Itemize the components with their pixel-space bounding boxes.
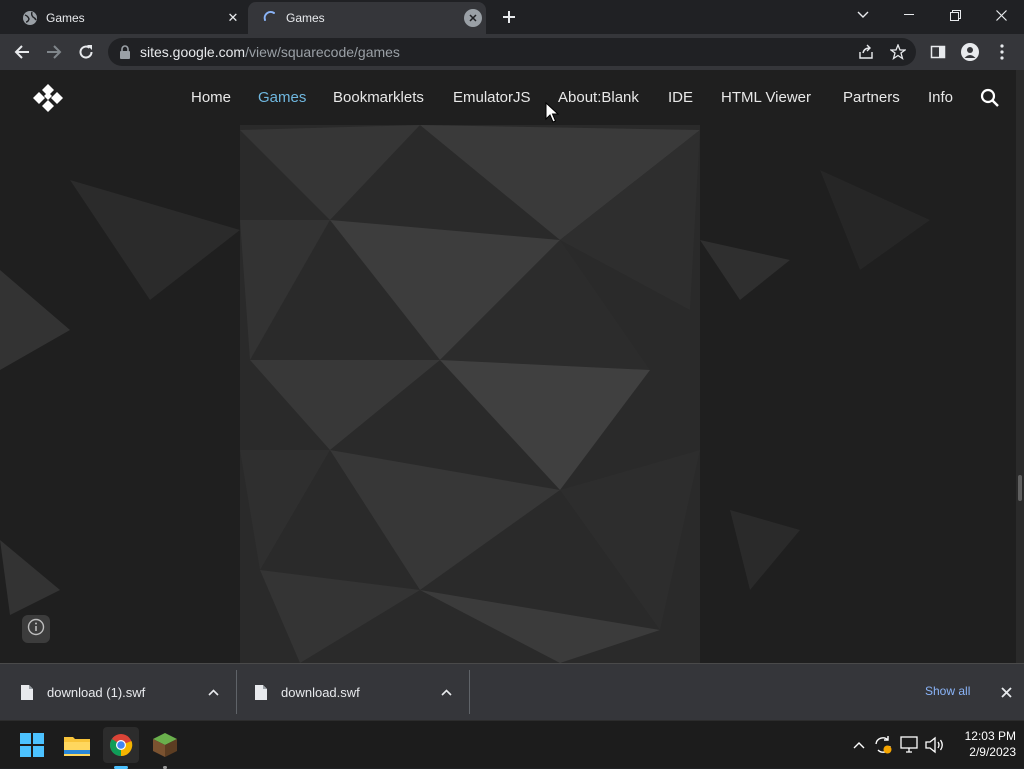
minecraft-icon[interactable]: [147, 727, 183, 769]
nav-html-viewer[interactable]: HTML Viewer: [721, 89, 811, 106]
menu-kebab-icon[interactable]: [988, 38, 1016, 66]
file-explorer-icon[interactable]: [59, 727, 95, 763]
chevron-up-icon[interactable]: [208, 688, 219, 696]
windows-start-icon[interactable]: [14, 727, 50, 763]
new-tab-button[interactable]: [497, 6, 521, 28]
close-tab-icon[interactable]: ✕: [464, 9, 482, 27]
page-scrollbar[interactable]: [1016, 70, 1024, 663]
site-search-icon[interactable]: [980, 88, 1002, 110]
loading-spinner-icon: [262, 10, 278, 26]
nav-partners[interactable]: Partners: [843, 89, 900, 106]
download-item-2[interactable]: download.swf: [237, 664, 469, 720]
tab-title: Games: [286, 11, 325, 25]
lock-icon[interactable]: [119, 45, 131, 59]
info-button[interactable]: [22, 615, 50, 643]
system-clock[interactable]: 12:03 PM 2/9/2023: [952, 728, 1016, 760]
nav-bookmarklets[interactable]: Bookmarklets: [333, 89, 424, 106]
globe-icon: [22, 10, 38, 26]
nav-about-blank[interactable]: About:Blank: [558, 89, 639, 106]
show-all-button[interactable]: Show all: [925, 684, 970, 698]
restore-button[interactable]: [932, 0, 978, 30]
mouse-cursor-icon: [545, 101, 560, 124]
site-header: Home Games Bookmarklets EmulatorJS About…: [0, 70, 1016, 128]
reload-icon[interactable]: [72, 38, 100, 66]
show-hidden-icons-icon[interactable]: [848, 733, 870, 757]
bookmark-star-icon[interactable]: [888, 42, 908, 62]
nav-ide[interactable]: IDE: [668, 89, 693, 106]
chrome-icon[interactable]: [103, 727, 139, 769]
address-bar[interactable]: sites.google.com/view/squarecode/games: [108, 38, 916, 66]
site-logo-icon[interactable]: [30, 84, 66, 112]
tab-games-2[interactable]: Games ✕: [248, 2, 486, 34]
back-arrow-icon[interactable]: [8, 38, 36, 66]
network-icon[interactable]: [899, 733, 921, 757]
download-item-1[interactable]: download (1).swf: [0, 664, 236, 720]
nav-emulatorjs[interactable]: EmulatorJS: [453, 89, 531, 106]
clock-date: 2/9/2023: [969, 745, 1016, 759]
nav-games[interactable]: Games: [258, 89, 306, 106]
share-icon[interactable]: [856, 42, 876, 62]
downloads-bar: download (1).swf download.swf Show all: [0, 663, 1024, 720]
chevron-up-icon[interactable]: [441, 688, 452, 696]
volume-icon[interactable]: [924, 733, 946, 757]
close-window-button[interactable]: [978, 0, 1024, 30]
windows-taskbar: 12:03 PM 2/9/2023: [0, 720, 1024, 769]
page-viewport: Home Games Bookmarklets EmulatorJS About…: [0, 70, 1016, 663]
sync-update-icon[interactable]: [872, 733, 894, 757]
file-icon: [21, 684, 33, 700]
tab-games-1[interactable]: Games ✕: [8, 2, 246, 34]
clock-time: 12:03 PM: [964, 729, 1016, 743]
file-icon: [255, 684, 267, 700]
scrollbar-thumb[interactable]: [1018, 475, 1022, 501]
nav-info[interactable]: Info: [928, 89, 953, 106]
tab-strip: Games ✕ Games ✕: [0, 0, 1024, 34]
forward-arrow-icon[interactable]: [40, 38, 68, 66]
download-filename: download (1).swf: [47, 684, 146, 700]
minimize-button[interactable]: [886, 0, 932, 30]
download-filename: download.swf: [281, 684, 360, 700]
tab-title: Games: [46, 11, 85, 25]
url-host: sites.google.com: [140, 44, 246, 60]
download-divider: [469, 670, 470, 714]
side-panel-icon[interactable]: [924, 38, 952, 66]
browser-toolbar: sites.google.com/view/squarecode/games: [0, 34, 1024, 70]
close-downloads-icon[interactable]: [996, 682, 1016, 702]
profile-avatar-icon[interactable]: [956, 38, 984, 66]
tab-search-icon[interactable]: [840, 0, 886, 30]
polygon-background: [0, 70, 1016, 663]
url-path: /view/squarecode/games: [245, 44, 400, 60]
nav-home[interactable]: Home: [191, 89, 231, 106]
info-icon: [27, 618, 45, 641]
close-tab-icon[interactable]: ✕: [224, 9, 242, 27]
